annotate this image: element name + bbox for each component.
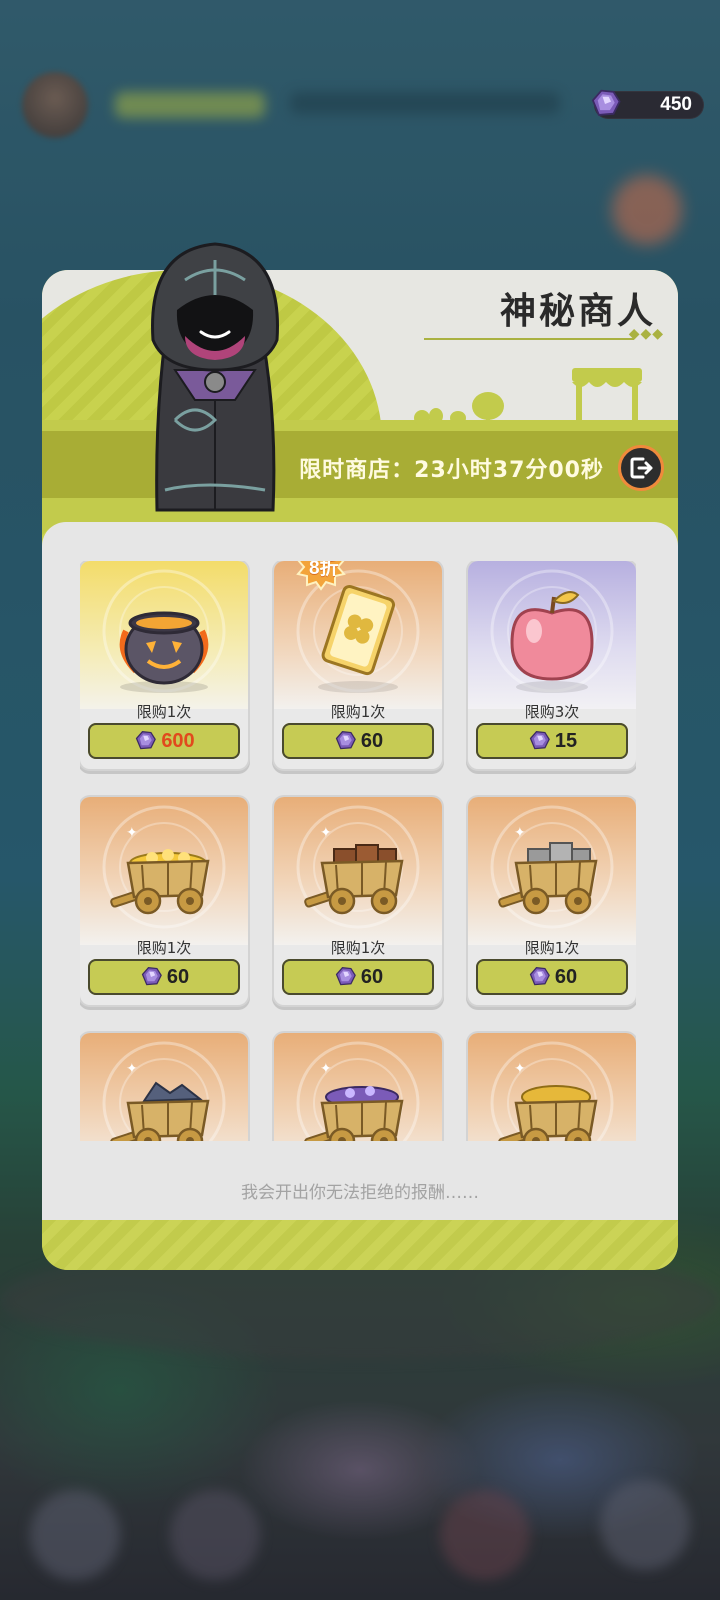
exit-icon (630, 457, 653, 479)
background-button-blurred (612, 175, 682, 245)
gold-nugget-cart-icon: ✦ (490, 1041, 614, 1141)
buy-button[interactable]: 15 (476, 723, 628, 759)
item-card-stone-brick-cart[interactable]: ✦ 限购1次 60 (468, 797, 636, 1005)
svg-text:✦: ✦ (126, 825, 138, 841)
gem-count: 450 (660, 94, 692, 115)
title-stars-decoration: ◆◆◆ (628, 326, 664, 342)
purple-crystal-icon (335, 731, 356, 750)
player-info-blurred (290, 92, 560, 114)
item-card-pumpkin-cauldron[interactable]: 限购1次 600 (80, 561, 248, 769)
svg-text:✦: ✦ (514, 825, 526, 841)
purchase-limit: 限购1次 (524, 939, 580, 957)
svg-text:✦: ✦ (514, 1061, 526, 1077)
item-card-gold-coin-cart[interactable]: ✦ 限购1次 60 (80, 797, 248, 1005)
purchase-limit: 限购3次 (524, 703, 580, 721)
purchase-limit: 限购1次 (136, 939, 192, 957)
shop-timer: 限时商店：23小时37分00秒 (299, 458, 604, 483)
panel-bottom-strip (42, 1220, 678, 1270)
svg-text:✦: ✦ (320, 1061, 332, 1077)
mysterious-merchant-character (151, 242, 279, 512)
item-art: ✦ (468, 1033, 636, 1141)
item-art (80, 561, 248, 709)
purple-crystal-cart-icon: ✦ (296, 1041, 420, 1141)
gold-coin-cart-icon: ✦ (102, 805, 226, 929)
item-art (468, 561, 636, 709)
purchase-limit: 限购1次 (330, 939, 386, 957)
pumpkin-cauldron-icon (102, 569, 226, 693)
item-card-pink-apple[interactable]: 限购3次 15 (468, 561, 636, 769)
blue-ore-cart-icon: ✦ (102, 1041, 226, 1141)
merchant-quote: 我会开出你无法拒绝的报酬…… (241, 1183, 479, 1203)
purple-crystal-icon (591, 89, 621, 116)
title-divider (424, 338, 634, 340)
purple-crystal-icon (529, 731, 550, 750)
item-card-gold-nugget-cart[interactable]: ✦ (468, 1033, 636, 1141)
exit-button[interactable] (618, 445, 664, 491)
item-grid: 限购1次 600 限购1次 60 限购3次 15 ✦ 限购1次 60 ✦ 限购1… (80, 561, 636, 1141)
buy-button[interactable]: 60 (282, 723, 434, 759)
item-card-purple-crystal-cart[interactable]: ✦ (274, 1033, 442, 1141)
stone-brick-cart-icon: ✦ (490, 805, 614, 929)
purchase-limit: 限购1次 (136, 703, 192, 721)
discount-badge-label: 8折 (309, 561, 339, 579)
item-price: 60 (360, 729, 384, 752)
svg-text:✦: ✦ (320, 825, 332, 841)
gem-currency-display: 450 (591, 89, 704, 119)
item-card-clover-card[interactable]: 限购1次 60 (274, 561, 442, 769)
player-name-blurred (115, 92, 265, 118)
item-art: ✦ (468, 797, 636, 945)
purple-crystal-icon (136, 731, 157, 750)
pink-apple-icon (490, 569, 614, 693)
purple-crystal-icon (141, 967, 162, 986)
buy-button[interactable]: 60 (282, 959, 434, 995)
item-art: ✦ (274, 797, 442, 945)
wood-plank-cart-icon: ✦ (296, 805, 420, 929)
purchase-limit: 限购1次 (330, 703, 386, 721)
item-art: ✦ (274, 1033, 442, 1141)
purple-crystal-icon (335, 967, 356, 986)
item-price: 15 (554, 729, 578, 752)
item-price: 600 (161, 729, 195, 752)
item-card-wood-plank-cart[interactable]: ✦ 限购1次 60 (274, 797, 442, 1005)
item-price: 60 (360, 965, 384, 988)
item-card-blue-ore-cart[interactable]: ✦ (80, 1033, 248, 1141)
buy-button[interactable]: 60 (88, 959, 240, 995)
buy-button[interactable]: 600 (88, 723, 240, 759)
mysterious-merchant-panel: 神秘商人 ◆◆◆ 限时商店：23小时37分00秒 限购1次 600 限购1次 6… (42, 270, 678, 1270)
discount-badge: 8折 (296, 561, 346, 591)
panel-header: 神秘商人 ◆◆◆ 限时商店：23小时37分00秒 (42, 270, 678, 610)
item-price: 60 (554, 965, 578, 988)
item-art: ✦ (80, 1033, 248, 1141)
purple-crystal-icon (529, 967, 550, 986)
item-price: 60 (166, 965, 190, 988)
item-art: ✦ (80, 797, 248, 945)
shop-stall-icon (414, 368, 642, 426)
svg-text:✦: ✦ (126, 1061, 138, 1077)
player-avatar (22, 72, 88, 138)
buy-button[interactable]: 60 (476, 959, 628, 995)
